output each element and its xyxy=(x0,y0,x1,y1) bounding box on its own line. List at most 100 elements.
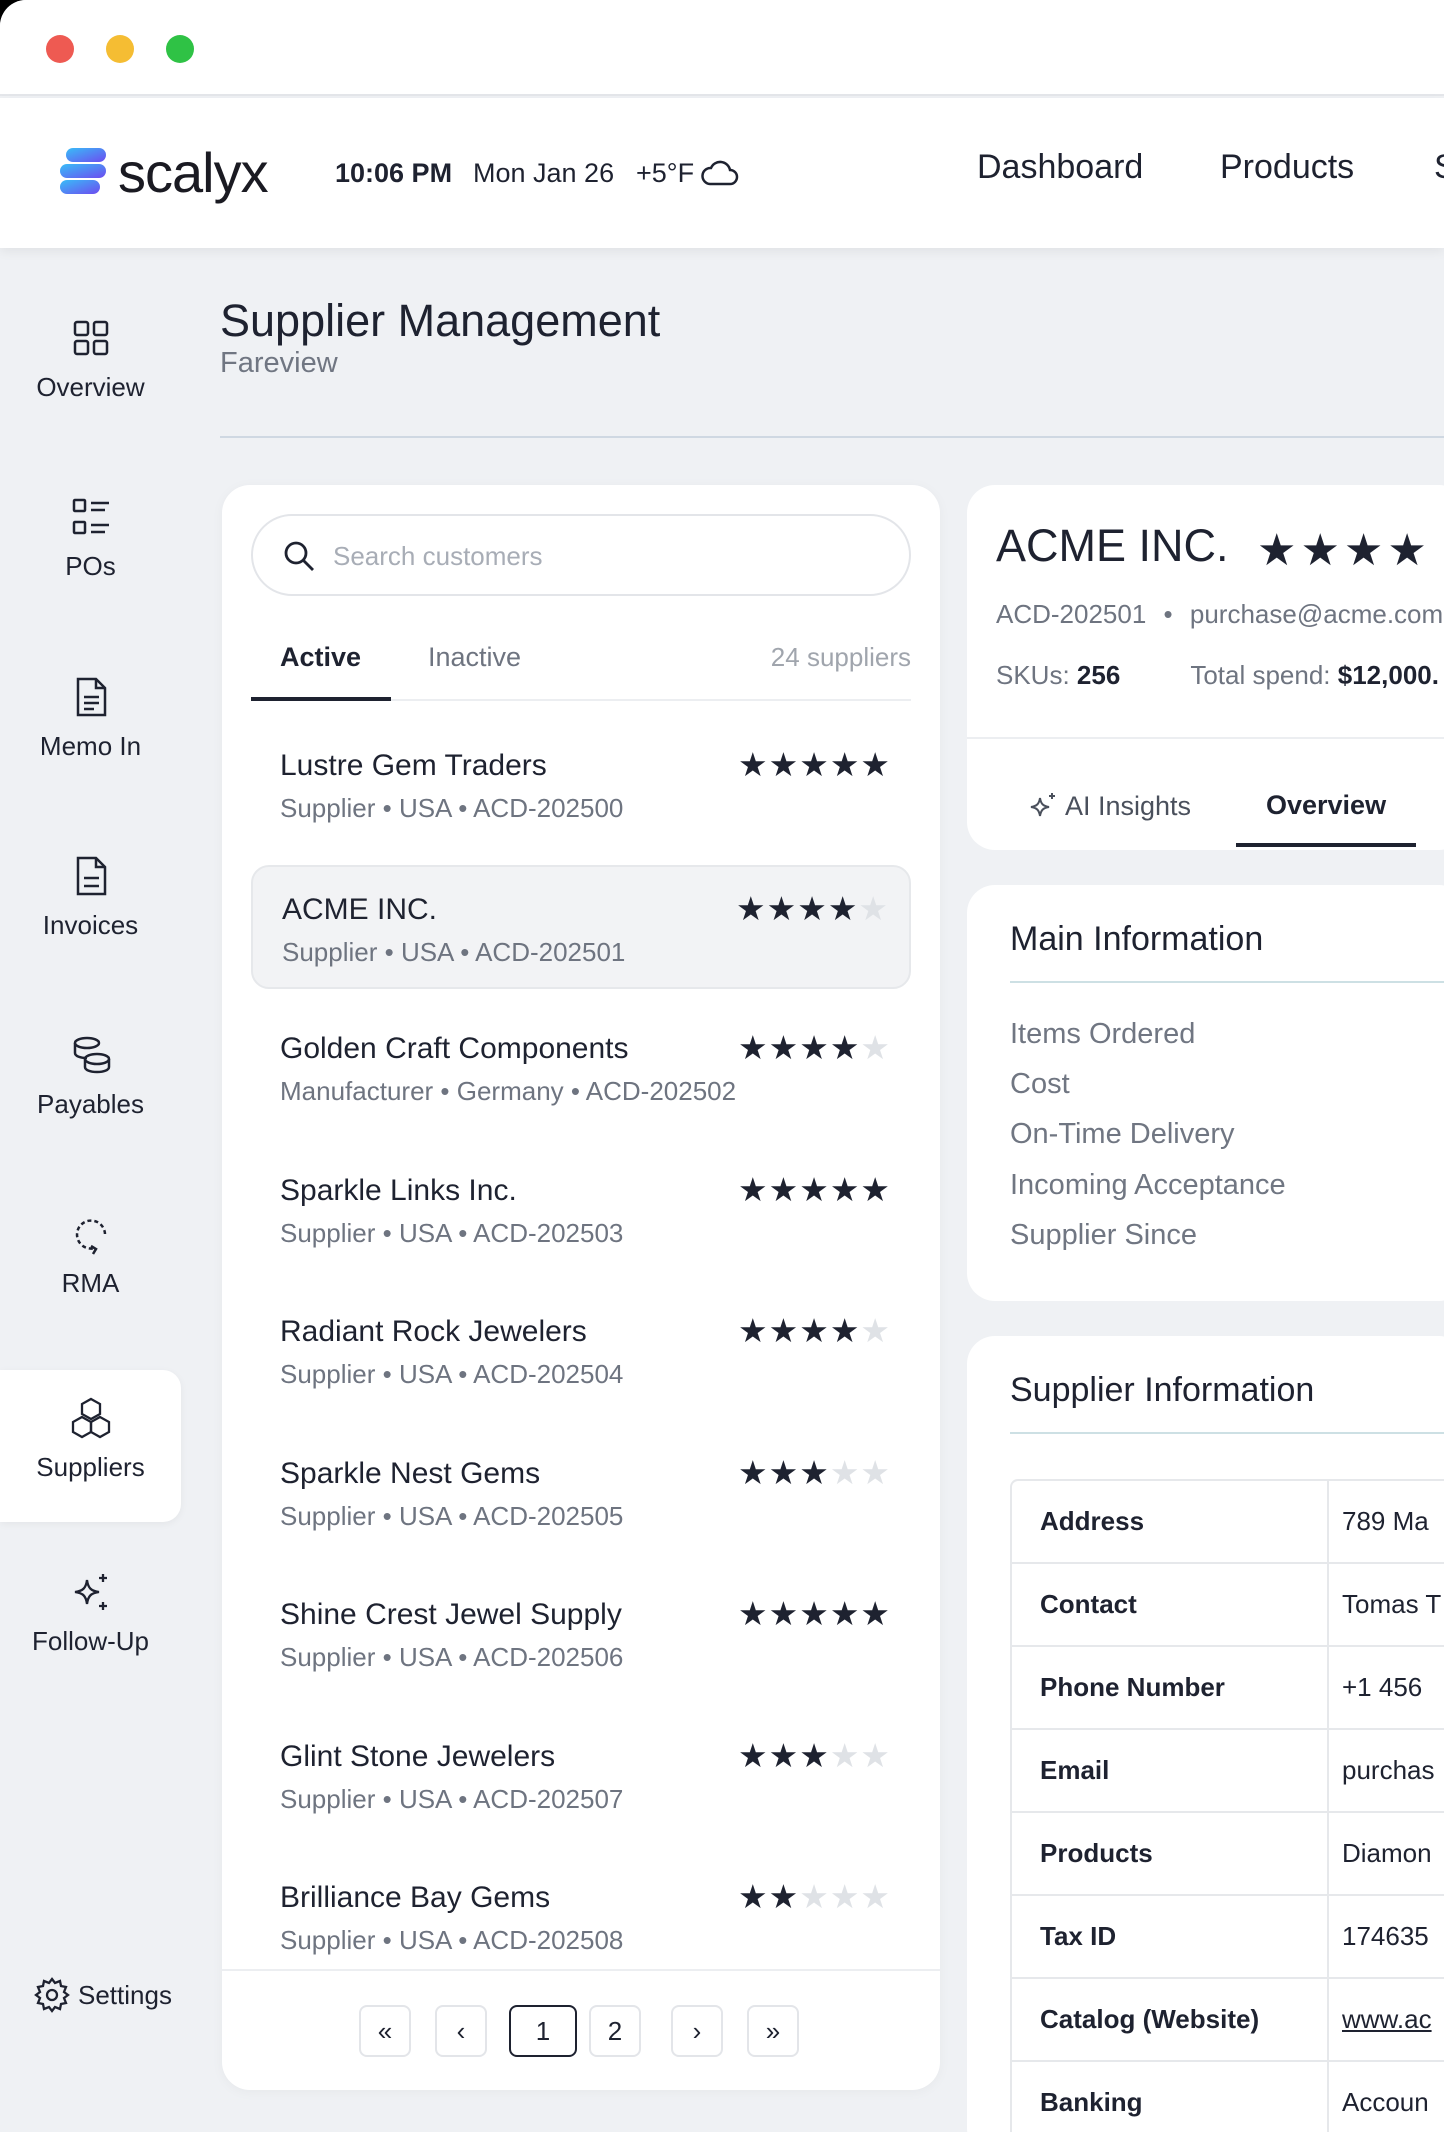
list-item[interactable]: Brilliance Bay Gems Supplier • USA • ACD-… xyxy=(251,1855,911,1979)
star-filled-icon: ★ xyxy=(829,746,861,783)
nav-products[interactable]: Products xyxy=(1220,148,1354,187)
supplier-item-meta: Supplier • USA • ACD-202503 xyxy=(280,1217,624,1248)
star-filled-icon: ★ xyxy=(1343,526,1388,575)
table-row: Email purchas xyxy=(1012,1730,1444,1813)
sidebar-item-follow-up[interactable]: Follow-Up xyxy=(0,1570,181,1722)
list-item[interactable]: Glint Stone Jewelers Supplier • USA • ACD… xyxy=(251,1714,911,1838)
rating-stars: ★★★★★ xyxy=(738,1877,891,1916)
star-filled-icon: ★ xyxy=(768,746,800,783)
column-divider xyxy=(1327,2062,1329,2132)
column-divider xyxy=(1327,1564,1329,1647)
minimize-window-button[interactable] xyxy=(106,35,134,63)
supplier-count: 24 suppliers xyxy=(770,642,911,672)
sidebar-item-overview[interactable]: Overview xyxy=(0,316,181,468)
sidebar-item-payables[interactable]: Payables xyxy=(0,1033,181,1185)
page-subtitle: Fareview xyxy=(220,347,338,379)
sidebar-item-suppliers[interactable]: Suppliers xyxy=(0,1370,181,1522)
tab-ai-insights-label: AI Insights xyxy=(1065,790,1192,821)
maximize-window-button[interactable] xyxy=(166,35,194,63)
supplier-item-name: Lustre Gem Traders xyxy=(280,749,547,782)
search-input[interactable] xyxy=(333,534,893,578)
supplier-item-meta: Supplier • USA • ACD-202508 xyxy=(280,1925,624,1955)
sidebar-item-memo-in[interactable]: Memo In xyxy=(0,675,181,827)
star-filled-icon: ★ xyxy=(799,1595,830,1632)
supplier-item-meta: Supplier • USA • ACD-202504 xyxy=(280,1359,624,1389)
tab-ai-insights[interactable]: AI Insights xyxy=(1027,790,1191,822)
column-divider xyxy=(1327,1813,1329,1896)
supplier-information-card: Supplier Information Address 789 Ma Contac… xyxy=(967,1336,1444,2132)
field-cost: Cost xyxy=(1010,1068,1070,1100)
list-item[interactable]: Radiant Rock Jewelers Supplier • USA • AC… xyxy=(251,1289,911,1413)
first-page-button[interactable]: « xyxy=(359,2005,411,2057)
return-icon xyxy=(75,1219,106,1255)
table-row: Catalog (Website) www.ac xyxy=(1012,1979,1444,2062)
star-empty-icon: ★ xyxy=(829,1453,861,1491)
supplier-item-name: ACME INC. xyxy=(282,892,438,926)
list-item[interactable]: Shine Crest Jewel Supply Supplier • USA •… xyxy=(251,1572,911,1696)
close-window-button[interactable] xyxy=(46,35,74,63)
rating-stars: ★★★★★ xyxy=(738,1170,891,1209)
last-page-button[interactable]: » xyxy=(747,2005,799,2057)
page-2-button[interactable]: 2 xyxy=(589,2005,641,2057)
supplier-rating: ★★★★ xyxy=(1257,525,1431,576)
star-filled-icon: ★ xyxy=(736,889,767,927)
list-item[interactable]: Sparkle Nest Gems Supplier • USA • ACD-20… xyxy=(251,1431,911,1555)
settings-label: Settings xyxy=(78,1979,172,2010)
page-1-button[interactable]: 1 xyxy=(509,2005,577,2057)
nav-dashboard[interactable]: Dashboard xyxy=(977,148,1143,187)
star-filled-icon: ★ xyxy=(768,1029,800,1066)
active-tab-indicator xyxy=(251,697,391,701)
search-box[interactable] xyxy=(251,514,911,596)
list-item[interactable]: Sparkle Links Inc. Supplier • USA • ACD-2… xyxy=(251,1148,911,1272)
star-filled-icon: ★ xyxy=(827,889,859,927)
rating-stars: ★★★★★ xyxy=(738,1311,891,1350)
skus-value: 256 xyxy=(1076,660,1121,690)
star-filled-icon: ★ xyxy=(738,1029,769,1066)
logo-mark-icon xyxy=(60,148,106,194)
logo[interactable]: scalyx xyxy=(58,141,269,204)
supplier-item-name: Shine Crest Jewel Supply xyxy=(280,1598,622,1631)
settings-button[interactable]: Settings xyxy=(32,1975,172,2015)
list-item[interactable]: ACME INC. Supplier • USA • ACD-202501 ★★★★… xyxy=(251,864,911,989)
star-filled-icon: ★ xyxy=(799,746,830,783)
sidebar-item-rma[interactable]: RMA xyxy=(0,1212,181,1364)
weather-temp: +5°F xyxy=(636,158,695,188)
star-empty-icon: ★ xyxy=(799,1878,830,1915)
table-key: Tax ID xyxy=(1040,1921,1117,1951)
tab-overview[interactable]: Overview xyxy=(1266,790,1386,821)
star-filled-icon: ★ xyxy=(799,1312,830,1349)
supplier-name: ACME INC. xyxy=(996,520,1229,571)
table-value[interactable]: www.ac xyxy=(1342,2004,1432,2035)
table-key: Banking xyxy=(1040,2087,1143,2117)
skus-label: SKUs: xyxy=(996,660,1070,690)
star-filled-icon: ★ xyxy=(799,1453,830,1491)
previous-page-button[interactable]: ‹ xyxy=(435,2005,487,2057)
field-on-time-delivery: On-Time Delivery xyxy=(1010,1118,1235,1150)
supplier-item-name: Sparkle Nest Gems xyxy=(280,1456,541,1490)
nav-next-item[interactable]: S xyxy=(1434,148,1444,187)
table-key: Catalog (Website) xyxy=(1040,2004,1260,2034)
table-key: Address xyxy=(1040,1506,1145,1536)
supplier-item-meta: Supplier • USA • ACD-202500 xyxy=(280,793,624,823)
star-filled-icon: ★ xyxy=(829,1029,861,1066)
column-divider xyxy=(1327,1979,1329,2062)
star-filled-icon: ★ xyxy=(738,1312,769,1349)
star-empty-icon: ★ xyxy=(829,1736,861,1774)
supplier-item-name: Sparkle Links Inc. xyxy=(280,1173,517,1207)
table-value: +1 456 xyxy=(1342,1672,1423,1702)
list-item[interactable]: Lustre Gem Traders Supplier • USA • ACD-2… xyxy=(251,723,911,847)
table-value: 174635 xyxy=(1342,1921,1429,1951)
detail-divider xyxy=(967,737,1444,739)
sidebar-item-label: Invoices xyxy=(42,910,139,940)
overview-tab-indicator xyxy=(1236,843,1416,847)
next-page-button[interactable]: › xyxy=(671,2005,723,2057)
tab-active[interactable]: Active xyxy=(280,642,361,673)
sidebar-item-pos[interactable]: POs xyxy=(0,495,181,647)
app-window: scalyx 10:06 PM Mon Jan 26 +5°F Dashboar… xyxy=(0,0,1444,2132)
tab-inactive[interactable]: Inactive xyxy=(428,642,521,673)
column-divider xyxy=(1327,1730,1329,1813)
star-filled-icon: ★ xyxy=(738,1878,769,1915)
list-item[interactable]: Golden Craft Components Manufacturer • Ge… xyxy=(251,1006,911,1130)
sidebar-item-invoices[interactable]: Invoices xyxy=(0,854,181,1006)
star-filled-icon: ★ xyxy=(738,746,769,783)
